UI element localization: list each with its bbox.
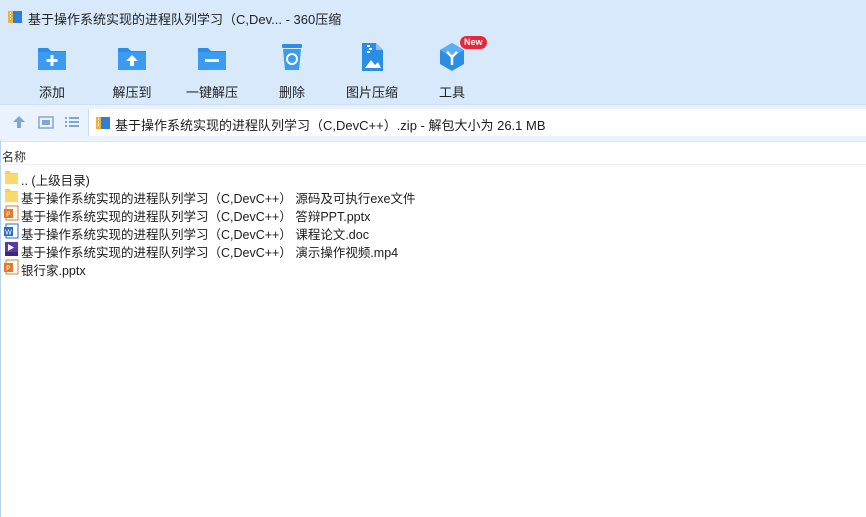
- list-view-icon[interactable]: [63, 113, 81, 131]
- folder-icon: [5, 189, 18, 202]
- list-item-parent-directory[interactable]: .. (上级目录): [0, 168, 866, 188]
- list-item-pptx[interactable]: P 基于操作系统实现的进程队列学习（C,DevC++） 答辩PPT.pptx: [0, 204, 866, 224]
- column-header: 名称: [0, 146, 866, 165]
- svg-text:P: P: [6, 265, 10, 273]
- zip-archive-icon: [96, 117, 110, 129]
- tools-label: 工具: [438, 85, 465, 100]
- svg-text:W: W: [5, 229, 12, 237]
- image-compress-label: 图片压缩: [345, 85, 398, 100]
- image-compress-button[interactable]: 图片压缩: [332, 38, 412, 100]
- recycle-bin-icon: [282, 44, 302, 70]
- one-click-extract-icon: [198, 48, 226, 70]
- list-item-doc[interactable]: W 基于操作系统实现的进程队列学习（C,DevC++） 课程论文.doc: [0, 222, 866, 242]
- new-badge: New: [460, 36, 487, 49]
- archive-app-icon: [8, 11, 22, 23]
- svg-text:P: P: [6, 211, 10, 219]
- toolbar: 添加 解压到 一键解压 删除 图片压缩 New 工具: [0, 34, 866, 104]
- add-label: 添加: [38, 85, 65, 100]
- list-item-name: 银行家.pptx: [21, 264, 86, 278]
- title-bar: 基于操作系统实现的进程队列学习（C,Dev... - 360压缩: [0, 0, 866, 34]
- thumbnail-view-icon[interactable]: [37, 113, 55, 131]
- image-compress-icon: [362, 43, 383, 71]
- address-bar: 基于操作系统实现的进程队列学习（C,DevC++）.zip - 解包大小为 26…: [0, 104, 866, 142]
- parent-folder-icon: [5, 171, 18, 184]
- archive-path-text: 基于操作系统实现的进程队列学习（C,DevC++）.zip - 解包大小为 26…: [115, 118, 546, 133]
- mp4-icon: [5, 242, 18, 256]
- tools-button[interactable]: New 工具: [412, 36, 492, 100]
- column-header-name[interactable]: 名称: [2, 148, 26, 165]
- up-arrow-icon[interactable]: [10, 113, 28, 131]
- doc-icon: W: [4, 223, 19, 239]
- list-item-pptx[interactable]: P 银行家.pptx: [0, 258, 866, 278]
- delete-label: 删除: [278, 85, 305, 100]
- path-field[interactable]: 基于操作系统实现的进程队列学习（C,DevC++）.zip - 解包大小为 26…: [88, 109, 866, 136]
- list-item-folder[interactable]: 基于操作系统实现的进程队列学习（C,DevC++） 源码及可执行exe文件: [0, 186, 866, 206]
- add-folder-icon: [38, 48, 66, 70]
- delete-button[interactable]: 删除: [252, 38, 332, 100]
- pptx-icon: P: [4, 205, 19, 221]
- extract-to-label: 解压到: [112, 85, 152, 100]
- one-click-extract-button[interactable]: 一键解压: [172, 38, 252, 100]
- window-title: 基于操作系统实现的进程队列学习（C,Dev... - 360压缩: [28, 12, 342, 27]
- one-click-extract-label: 一键解压: [185, 85, 238, 100]
- app-window: 基于操作系统实现的进程队列学习（C,Dev... - 360压缩 添加 解压到: [0, 0, 866, 517]
- pptx-icon: P: [4, 259, 19, 275]
- add-button[interactable]: 添加: [12, 38, 92, 100]
- list-item-mp4[interactable]: 基于操作系统实现的进程队列学习（C,DevC++） 演示操作视频.mp4: [0, 240, 866, 260]
- extract-to-icon: [118, 48, 146, 70]
- extract-to-button[interactable]: 解压到: [92, 38, 172, 100]
